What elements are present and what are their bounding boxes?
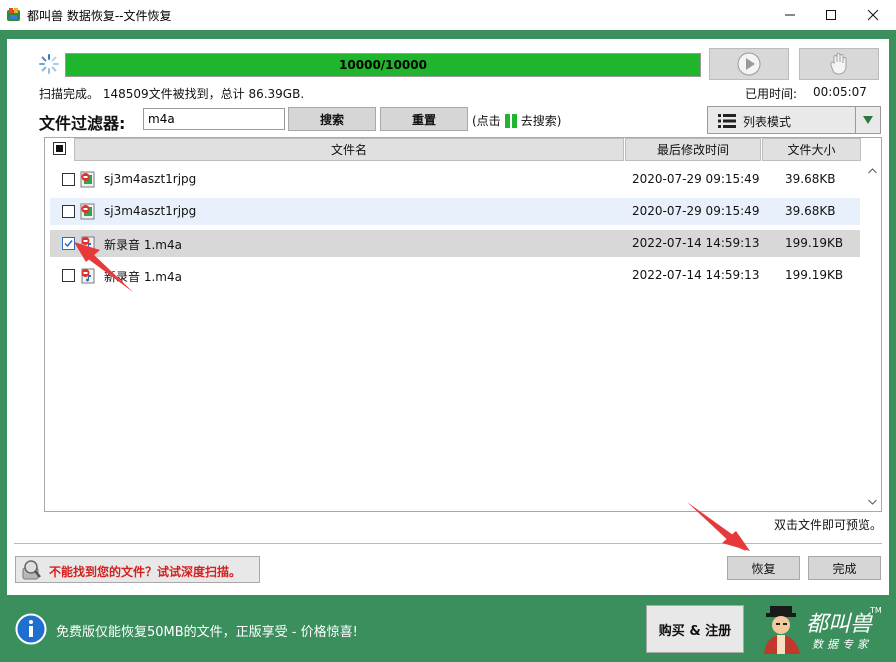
scan-summary: 扫描完成。 148509文件被找到，总计 86.39GB. [39,87,305,101]
logo-text: 都叫兽 [806,612,873,637]
close-icon [867,9,879,21]
file-modified: 2020-07-29 09:15:49 [632,172,760,186]
file-list-scrollbar[interactable] [864,163,881,511]
finish-button-label: 完成 [832,561,857,576]
checkmark-icon [64,240,73,248]
file-name: 新录音 1.m4a [104,238,182,252]
dropdown-arrow-icon [863,116,873,124]
row-checkbox[interactable] [62,237,75,250]
search-button-label: 搜索 [319,112,344,127]
stop-button[interactable] [799,48,879,80]
minimize-button[interactable] [767,0,813,30]
reset-button-label: 重置 [411,112,436,127]
buy-register-button[interactable]: 购买 & 注册 [646,605,744,653]
file-size: 39.68KB [785,172,836,186]
row-checkbox[interactable] [62,173,75,186]
recover-button[interactable]: 恢复 [727,556,800,580]
divider [14,543,882,544]
play-button[interactable] [709,48,789,80]
scan-progress-bar: 10000/10000 [65,53,701,77]
deep-scan-button[interactable]: 不能找到您的文件？试试深度扫描。 [15,556,260,583]
mascot-icon [764,606,800,654]
close-button[interactable] [850,0,896,30]
file-modified: 2022-07-14 14:59:13 [632,268,760,282]
column-modified-label: 最后修改时间 [656,143,729,157]
column-header-size[interactable]: 文件大小 [762,138,861,161]
file-name: 新录音 1.m4a [104,270,182,284]
file-audio-icon [81,236,95,252]
file-image-icon [80,171,95,188]
file-row[interactable]: 新录音 1.m4a 2022-07-14 14:59:13 199.19KB [50,262,860,289]
window-title: 都叫兽 数据恢复--文件恢复 [27,9,172,23]
magnifier-disk-icon [22,560,41,580]
scrollbar-arrows-icon [868,168,877,505]
file-size: 199.19KB [785,268,844,282]
column-header-name[interactable]: 文件名 [74,138,624,161]
file-audio-icon [81,268,95,284]
filter-label: 文件过滤器: [39,114,126,133]
hint-prefix: (点击 [472,114,501,128]
progress-text: 10000/10000 [339,58,427,72]
title-bar: 都叫兽 数据恢复--文件恢复 [0,0,896,30]
column-header-modified[interactable]: 最后修改时间 [625,138,761,161]
file-modified: 2020-07-29 09:15:49 [632,204,760,218]
deep-scan-label: 不能找到您的文件？试试深度扫描。 [49,565,242,579]
spinner-icon [39,54,59,74]
file-row[interactable]: sj3m4aszt1rjpg 2020-07-29 09:15:49 39.68… [50,198,860,225]
elapsed-value: 00:05:07 [813,85,867,99]
hint-suffix: 去搜索) [520,114,562,128]
view-mode-label: 列表模式 [743,115,792,129]
search-button[interactable]: 搜索 [288,107,376,131]
reset-button[interactable]: 重置 [380,107,468,131]
row-checkbox[interactable] [62,205,75,218]
play-icon [737,52,761,76]
file-row[interactable]: 新录音 1.m4a 2022-07-14 14:59:13 199.19KB [50,230,860,257]
file-name: sj3m4aszt1rjpg [104,172,197,186]
logo-tagline: 数据专家 [812,638,872,651]
select-all-checkbox[interactable] [53,142,66,155]
view-mode-dropdown[interactable] [855,107,880,133]
preview-tip: 双击文件即可预览。 [774,518,883,532]
app-icon [7,8,20,21]
free-version-notice: 免费版仅能恢复50MB的文件，正版享受 - 价格惊喜! [56,625,358,640]
info-icon [15,613,47,645]
row-checkbox[interactable] [62,269,75,282]
file-list [44,137,882,512]
minimize-icon [785,14,795,16]
maximize-button[interactable] [808,0,854,30]
green-bars-icon [504,113,517,128]
file-modified: 2022-07-14 14:59:13 [632,236,760,250]
file-size: 199.19KB [785,236,844,250]
column-name-label: 文件名 [330,143,367,157]
finish-button[interactable]: 完成 [808,556,881,580]
view-mode-select[interactable]: 列表模式 [707,106,881,134]
file-size: 39.68KB [785,204,836,218]
maximize-icon [826,10,836,20]
recover-button-label: 恢复 [751,561,776,576]
column-size-label: 文件大小 [787,143,836,157]
search-hint: (点击 去搜索) [472,112,561,129]
file-name: sj3m4aszt1rjpg [104,204,197,218]
brand-logo: 都叫兽 TM 数据专家 [756,602,886,658]
elapsed-label: 已用时间: [745,87,798,101]
logo-trademark: TM [870,606,882,615]
list-view-icon [718,114,736,128]
stop-icon [830,53,847,75]
filter-input[interactable] [143,108,285,130]
file-row[interactable]: sj3m4aszt1rjpg 2020-07-29 09:15:49 39.68… [50,166,860,193]
buy-register-label: 购买 & 注册 [658,623,732,639]
file-image-icon [80,203,95,220]
